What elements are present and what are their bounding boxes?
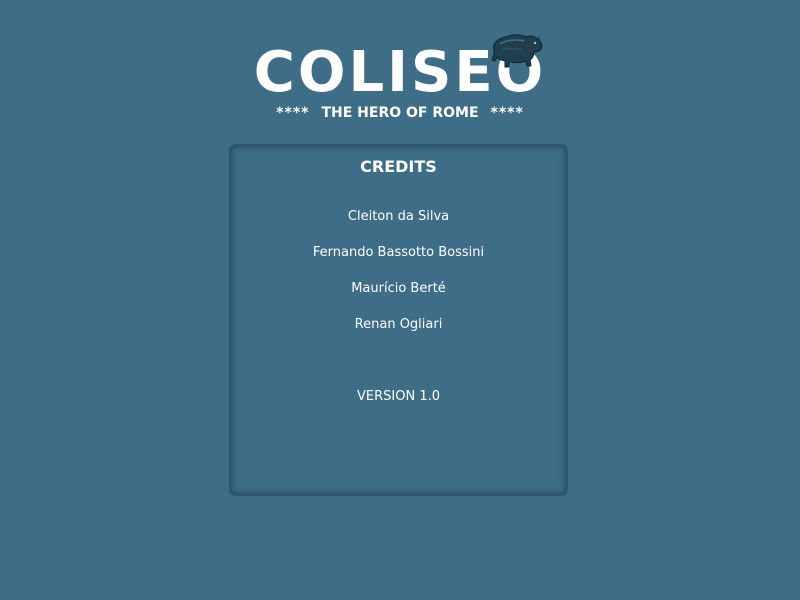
subtitle-stars-left: **** xyxy=(276,105,310,121)
version-label: VERSION 1.0 xyxy=(357,389,440,404)
credit-name: Maurício Berté xyxy=(351,281,446,296)
subtitle-text: THE HERO OF ROME xyxy=(321,105,479,121)
game-logo: COLISEO **** THE HERO OF ROME **** xyxy=(0,34,800,130)
subtitle-stars-right: **** xyxy=(490,105,524,121)
credit-name: Renan Ogliari xyxy=(354,317,443,332)
credits-panel: CREDITS Cleiton da Silva Fernando Bassot… xyxy=(229,144,568,496)
bear-icon xyxy=(488,28,544,72)
game-title: COLISEO xyxy=(253,40,547,105)
credit-name: Fernando Bassotto Bossini xyxy=(312,245,485,260)
credit-name: Cleiton da Silva xyxy=(347,209,450,224)
game-subtitle: **** THE HERO OF ROME **** xyxy=(0,104,800,122)
credits-title: CREDITS xyxy=(360,157,437,176)
